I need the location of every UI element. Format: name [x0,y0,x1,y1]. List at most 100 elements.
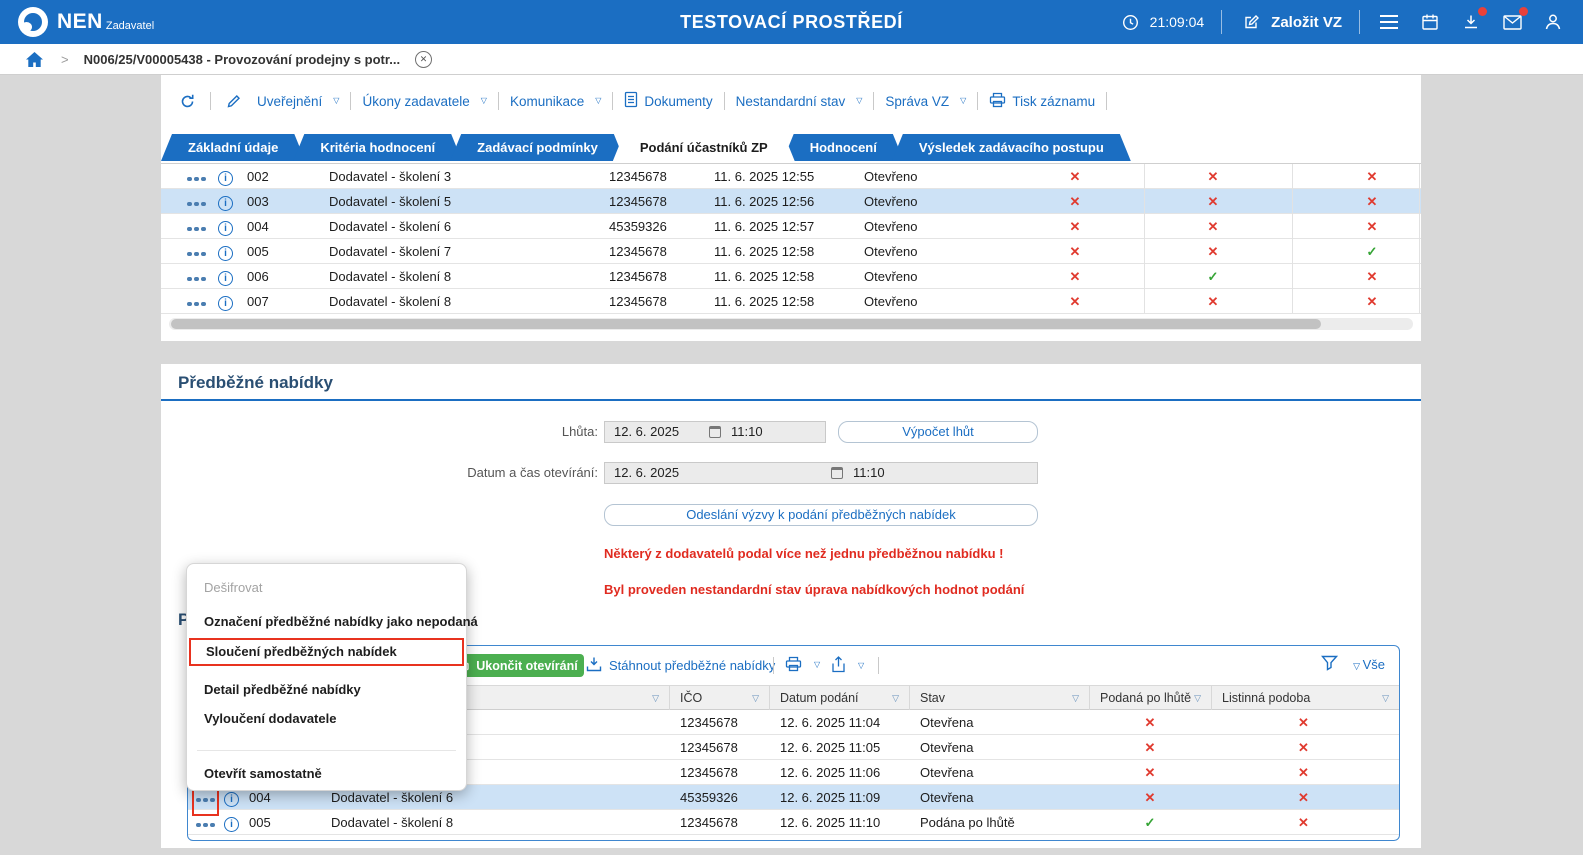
create-vz-button[interactable]: Založit VZ [1239,10,1342,34]
cell-supplier: Dodavatel - školení 3 [329,164,451,189]
info-icon[interactable] [218,196,233,211]
tab-zadavaci-podminky[interactable]: Zadávací podmínky [450,134,625,161]
tab-vysledek-zadavaciho-postupu[interactable]: Výsledek zadávacího postupu [892,134,1131,161]
opening-date-value[interactable]: 12. 6. 2025 [614,463,679,483]
toolbar-dokumenty-link[interactable]: Dokumenty [624,91,712,111]
header-listinna-podoba[interactable]: Listinná podoba▽ [1211,686,1399,710]
info-icon[interactable] [224,817,239,832]
cell-ico: 45359326 [609,214,667,239]
toolbar-nestandardni-stav-menu[interactable]: Nestandardní stav [736,94,863,109]
cell-ico: 12345678 [609,289,667,314]
table-row-selected[interactable]: 003 Dodavatel - školení 5 12345678 11. 6… [161,189,1421,214]
table-row[interactable]: 005 Dodavatel - školení 7 12345678 11. 6… [161,239,1421,264]
section-title: Předběžné nabídky [161,364,1421,401]
row-menu-icon[interactable] [187,166,206,191]
row-menu-icon[interactable] [196,812,215,837]
table-row[interactable]: 006 Dodavatel - školení 8 12345678 11. 6… [161,264,1421,289]
header-ico[interactable]: IČO▽ [669,686,769,710]
menu-item-otevrit-samostatne[interactable]: Otevřít samostatně [189,760,464,788]
tab-hodnoceni[interactable]: Hodnocení [783,134,904,161]
home-icon[interactable] [22,47,46,71]
info-icon[interactable] [218,246,233,261]
calendar-icon[interactable] [1418,10,1442,34]
ukoncit-oteviranie-button[interactable]: Ukončit otevírání [451,654,584,677]
mail-icon[interactable] [1500,10,1524,34]
document-icon [624,91,638,111]
downloads-icon[interactable] [1459,10,1483,34]
tab-podani-ucastniku-zp[interactable]: Podání účastníků ZP [613,134,795,161]
send-invitation-button[interactable]: Odeslání výzvy k podání předběžných nabí… [604,504,1038,526]
filter-icon[interactable] [1321,655,1338,674]
table-row[interactable]: 004 Dodavatel - školení 6 45359326 11. 6… [161,214,1421,239]
calendar-icon[interactable] [831,467,843,479]
scrollbar-thumb[interactable] [171,319,1321,329]
filter-dropdown-icon[interactable]: ▽ [752,693,759,704]
cell-date: 11. 6. 2025 12:58 [714,289,814,314]
info-icon[interactable] [218,296,233,311]
filter-dropdown-icon[interactable]: ▽ [1382,693,1389,704]
brand[interactable]: NEN Zadavatel [0,7,154,37]
breadcrumb: > N006/25/V00005438 - Provozování prodej… [0,44,1583,75]
hamburger-menu-icon[interactable] [1377,10,1401,34]
breadcrumb-close-icon[interactable]: ✕ [415,51,432,68]
header-datum-podani[interactable]: Datum podání▽ [769,686,909,710]
filter-dropdown-icon[interactable]: ▽ [892,693,899,704]
table-row[interactable]: 005 Dodavatel - školení 8 12345678 12. 6… [188,810,1399,835]
row-menu-icon[interactable] [187,241,206,266]
cell-status: Podána po lhůtě [920,810,1015,835]
flag-1: ✕ [1040,189,1110,214]
table-row[interactable]: 007 Dodavatel - školení 8 12345678 11. 6… [161,289,1421,314]
menu-item-detail-nabidky[interactable]: Detail předběžné nabídky [189,676,464,704]
cell-status: Otevřena [920,735,973,760]
refresh-icon[interactable] [175,89,199,113]
menu-item-slouceni-nabidek[interactable]: Sloučení předběžných nabídek [189,638,464,666]
row-menu-icon[interactable] [187,216,206,241]
info-icon[interactable] [224,792,239,807]
menu-item-oznaceni-nepodana[interactable]: Označení předběžné nabídky jako nepodaná [189,608,464,636]
row-menu-icon[interactable] [187,191,206,216]
stahnout-nabidky-link[interactable]: Stáhnout předběžné nabídky [586,656,775,675]
vypocet-lhut-button[interactable]: Výpočet lhůt [838,421,1038,443]
export-menu[interactable] [831,656,864,676]
cell-number: 003 [247,189,269,214]
header-stav[interactable]: Stav▽ [909,686,1089,710]
row-menu-icon[interactable] [187,266,206,291]
opening-datetime-field[interactable]: 12. 6. 2025 11:10 [604,462,1038,484]
tab-zakladni-udaje[interactable]: Základní údaje [161,134,305,161]
lhuta-date-value[interactable]: 12. 6. 2025 [614,422,679,442]
warning-text-2: Byl proveden nestandardní stav úprava na… [604,582,1024,597]
divider [977,92,978,110]
row-menu-icon[interactable] [187,291,206,316]
breadcrumb-item[interactable]: N006/25/V00005438 - Provozování prodejny… [84,52,400,67]
info-icon[interactable] [218,171,233,186]
toolbar-uverejneni-menu[interactable]: Uveřejnění [257,94,339,109]
toolbar-ukony-zadavatele-menu[interactable]: Úkony zadavatele [362,94,486,109]
lhuta-time-value[interactable]: 11:10 [731,422,763,442]
filter-dropdown-icon[interactable]: ▽ [652,693,659,704]
info-icon[interactable] [218,271,233,286]
cell-date: 12. 6. 2025 11:09 [780,785,880,810]
toolbar-sprava-vz-menu[interactable]: Správa VZ [885,94,966,109]
cell-number: 007 [247,289,269,314]
menu-item-vylouceni-dodavatele[interactable]: Vyloučení dodavatele [189,705,464,733]
info-icon[interactable] [218,221,233,236]
calendar-icon[interactable] [709,426,721,438]
opening-time-value[interactable]: 11:10 [853,463,885,483]
toolbar-komunikace-menu[interactable]: Komunikace [510,94,601,109]
divider [1221,10,1222,34]
toolbar-tisk-zaznamu-link[interactable]: Tisk záznamu [989,92,1095,111]
header-podana-po-lhute[interactable]: Podaná po lhůtě▽ [1089,686,1211,710]
print-menu[interactable] [785,656,820,675]
view-selector-dropdown[interactable]: ▽ Vše [1353,657,1385,672]
tab-kriteria-hodnoceni[interactable]: Kritéria hodnocení [293,134,462,161]
filter-dropdown-icon[interactable]: ▽ [1194,693,1201,704]
horizontal-scrollbar[interactable] [169,318,1413,330]
row-menu-icon-highlighted[interactable] [196,787,215,812]
flag-3: ✕ [1337,214,1407,239]
table-row[interactable]: 002 Dodavatel - školení 3 12345678 11. 6… [161,164,1421,189]
record-toolbar: Uveřejnění Úkony zadavatele Komunikace D… [175,85,1409,117]
filter-dropdown-icon[interactable]: ▽ [1072,693,1079,704]
user-icon[interactable] [1541,10,1565,34]
edit-record-icon[interactable] [222,89,246,113]
lhuta-datetime-field[interactable]: 12. 6. 2025 11:10 [604,421,826,443]
